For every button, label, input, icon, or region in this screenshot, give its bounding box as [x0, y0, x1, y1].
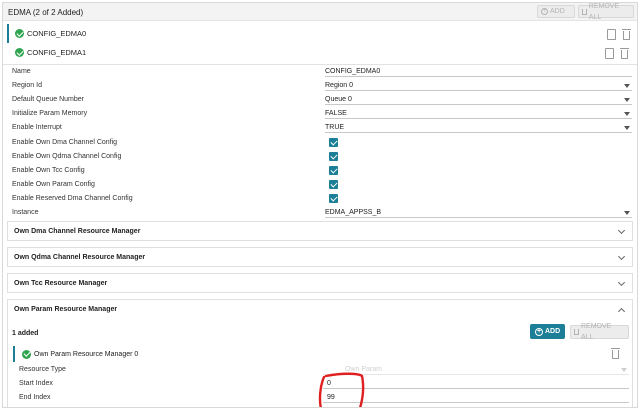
edma-panel: EDMA (2 of 2 Added) + ADD REMOVE ALL CON… [2, 2, 638, 408]
chevron-up-icon[interactable] [617, 307, 626, 316]
prop-label: Region Id [12, 82, 42, 89]
select-value: TRUE [325, 124, 345, 131]
caret-down-icon [624, 211, 630, 215]
added-count: 1 added [12, 330, 39, 337]
reserved-dma-channel-config-checkbox[interactable] [329, 194, 338, 203]
prop-resource-type: Resource Type Own Param [19, 364, 629, 377]
prop-label: Enable Own Qdma Channel Config [12, 153, 122, 160]
resource-type-select[interactable]: Own Param [323, 364, 629, 375]
prop-default-queue: Default Queue Number Queue 0 [12, 94, 632, 107]
select-value: FALSE [325, 110, 347, 117]
param-remove-all-button-label: REMOVE ALL [580, 323, 612, 341]
own-tcc-config-checkbox[interactable] [329, 166, 338, 175]
chevron-down-icon [617, 252, 626, 261]
end-index-input[interactable]: 99 [323, 392, 629, 403]
prop-own-tcc-config: Enable Own Tcc Config [12, 165, 632, 178]
start-index-input[interactable]: 0 [323, 378, 629, 389]
prop-label: Enable Own Tcc Config [12, 167, 85, 174]
param-add-button-label: ADD [545, 328, 561, 335]
panel-title: EDMA (2 of 2 Added) [8, 8, 84, 17]
delete-icon[interactable] [620, 48, 629, 59]
delete-icon[interactable] [622, 29, 631, 40]
prop-own-param-config: Enable Own Param Config [12, 179, 632, 192]
remove-all-button-label: REMOVE ALL [588, 2, 620, 21]
prop-name: Name CONFIG_EDMA0 [12, 66, 632, 79]
chevron-down-icon [617, 278, 626, 287]
enable-interrupt-select[interactable]: TRUE [325, 122, 632, 133]
init-param-memory-select[interactable]: FALSE [325, 108, 632, 119]
divider [3, 64, 637, 65]
section-own-tcc-resource-manager[interactable]: Own Tcc Resource Manager [7, 273, 633, 293]
delete-icon[interactable] [611, 348, 620, 359]
chevron-down-icon [617, 226, 626, 235]
prop-label: Enable Own Param Config [12, 181, 95, 188]
prop-label: Enable Own Dma Channel Config [12, 139, 118, 146]
own-qdma-channel-config-checkbox[interactable] [329, 152, 338, 161]
param-resource-manager-item[interactable]: Own Param Resource Manager 0 [13, 346, 629, 362]
remove-all-button[interactable]: REMOVE ALL [578, 3, 634, 21]
section-title: Own Tcc Resource Manager [14, 280, 108, 287]
prop-label: Enable Reserved Dma Channel Config [12, 195, 133, 202]
param-remove-all-button[interactable]: REMOVE ALL [570, 323, 629, 341]
section-title: Own Qdma Channel Resource Manager [14, 254, 146, 261]
check-circle-icon [15, 29, 24, 38]
panel-header: EDMA (2 of 2 Added) + ADD REMOVE ALL [3, 3, 637, 21]
prop-enable-interrupt: Enable Interrupt TRUE [12, 122, 632, 135]
default-queue-select[interactable]: Queue 0 [325, 94, 632, 105]
add-button[interactable]: + ADD [537, 5, 575, 18]
select-value: EDMA_APPSS_B [325, 209, 382, 216]
section-own-dma-channel-resource-manager[interactable]: Own Dma Channel Resource Manager [7, 221, 633, 241]
config-item-edma0[interactable]: CONFIG_EDMA0 [7, 24, 633, 43]
prop-label: Default Queue Number [12, 96, 84, 103]
param-add-button[interactable]: + ADD [530, 324, 566, 339]
prop-init-param-memory: Initialize Param Memory FALSE [12, 108, 632, 121]
config-item-label: CONFIG_EDMA1 [27, 48, 87, 57]
prop-own-qdma-channel-config: Enable Own Qdma Channel Config [12, 151, 632, 164]
region-id-select[interactable]: Region 0 [325, 80, 632, 91]
param-item-label: Own Param Resource Manager 0 [34, 350, 139, 358]
name-input[interactable]: CONFIG_EDMA0 [325, 66, 632, 77]
prop-end-index: End Index 99 [19, 392, 629, 405]
caret-down-icon [624, 98, 630, 102]
prop-label: End Index [19, 394, 51, 401]
instance-select[interactable]: EDMA_APPSS_B [325, 207, 632, 218]
check-circle-icon [15, 48, 24, 57]
prop-reserved-dma-channel-config: Enable Reserved Dma Channel Config [12, 193, 632, 206]
prop-label: Initialize Param Memory [12, 110, 88, 117]
prop-label: Start Index [19, 380, 53, 387]
trash-icon [582, 8, 587, 15]
caret-down-icon [624, 112, 630, 116]
section-title: Own Param Resource Manager [14, 306, 118, 313]
prop-label: Resource Type [19, 366, 66, 373]
prop-region-id: Region Id Region 0 [12, 80, 632, 93]
caret-down-icon [624, 126, 630, 130]
section-own-qdma-channel-resource-manager[interactable]: Own Qdma Channel Resource Manager [7, 247, 633, 267]
prop-start-index: Start Index 0 [19, 378, 629, 391]
own-dma-channel-config-checkbox[interactable] [329, 138, 338, 147]
prop-label: Enable Interrupt [12, 124, 62, 131]
check-circle-icon [22, 349, 31, 359]
select-value: Queue 0 [325, 96, 352, 103]
plus-circle-icon: + [535, 327, 543, 336]
config-item-edma1[interactable]: CONFIG_EDMA1 [7, 43, 633, 62]
own-param-config-checkbox[interactable] [329, 180, 338, 189]
trash-icon [574, 329, 579, 335]
caret-down-icon [624, 84, 630, 88]
prop-label: Instance [12, 209, 39, 216]
section-title: Own Dma Channel Resource Manager [14, 228, 141, 235]
config-item-label: CONFIG_EDMA0 [27, 29, 87, 38]
caret-down-icon [621, 368, 627, 372]
copy-icon[interactable] [607, 29, 616, 40]
prop-own-dma-channel-config: Enable Own Dma Channel Config [12, 137, 632, 150]
prop-instance: Instance EDMA_APPSS_B [12, 207, 632, 220]
select-value: Own Param [345, 366, 382, 373]
plus-circle-icon: + [541, 8, 548, 15]
add-button-label: ADD [550, 8, 565, 15]
prop-label: Name [12, 68, 31, 75]
select-value: Region 0 [325, 82, 354, 89]
copy-icon[interactable] [605, 48, 614, 59]
